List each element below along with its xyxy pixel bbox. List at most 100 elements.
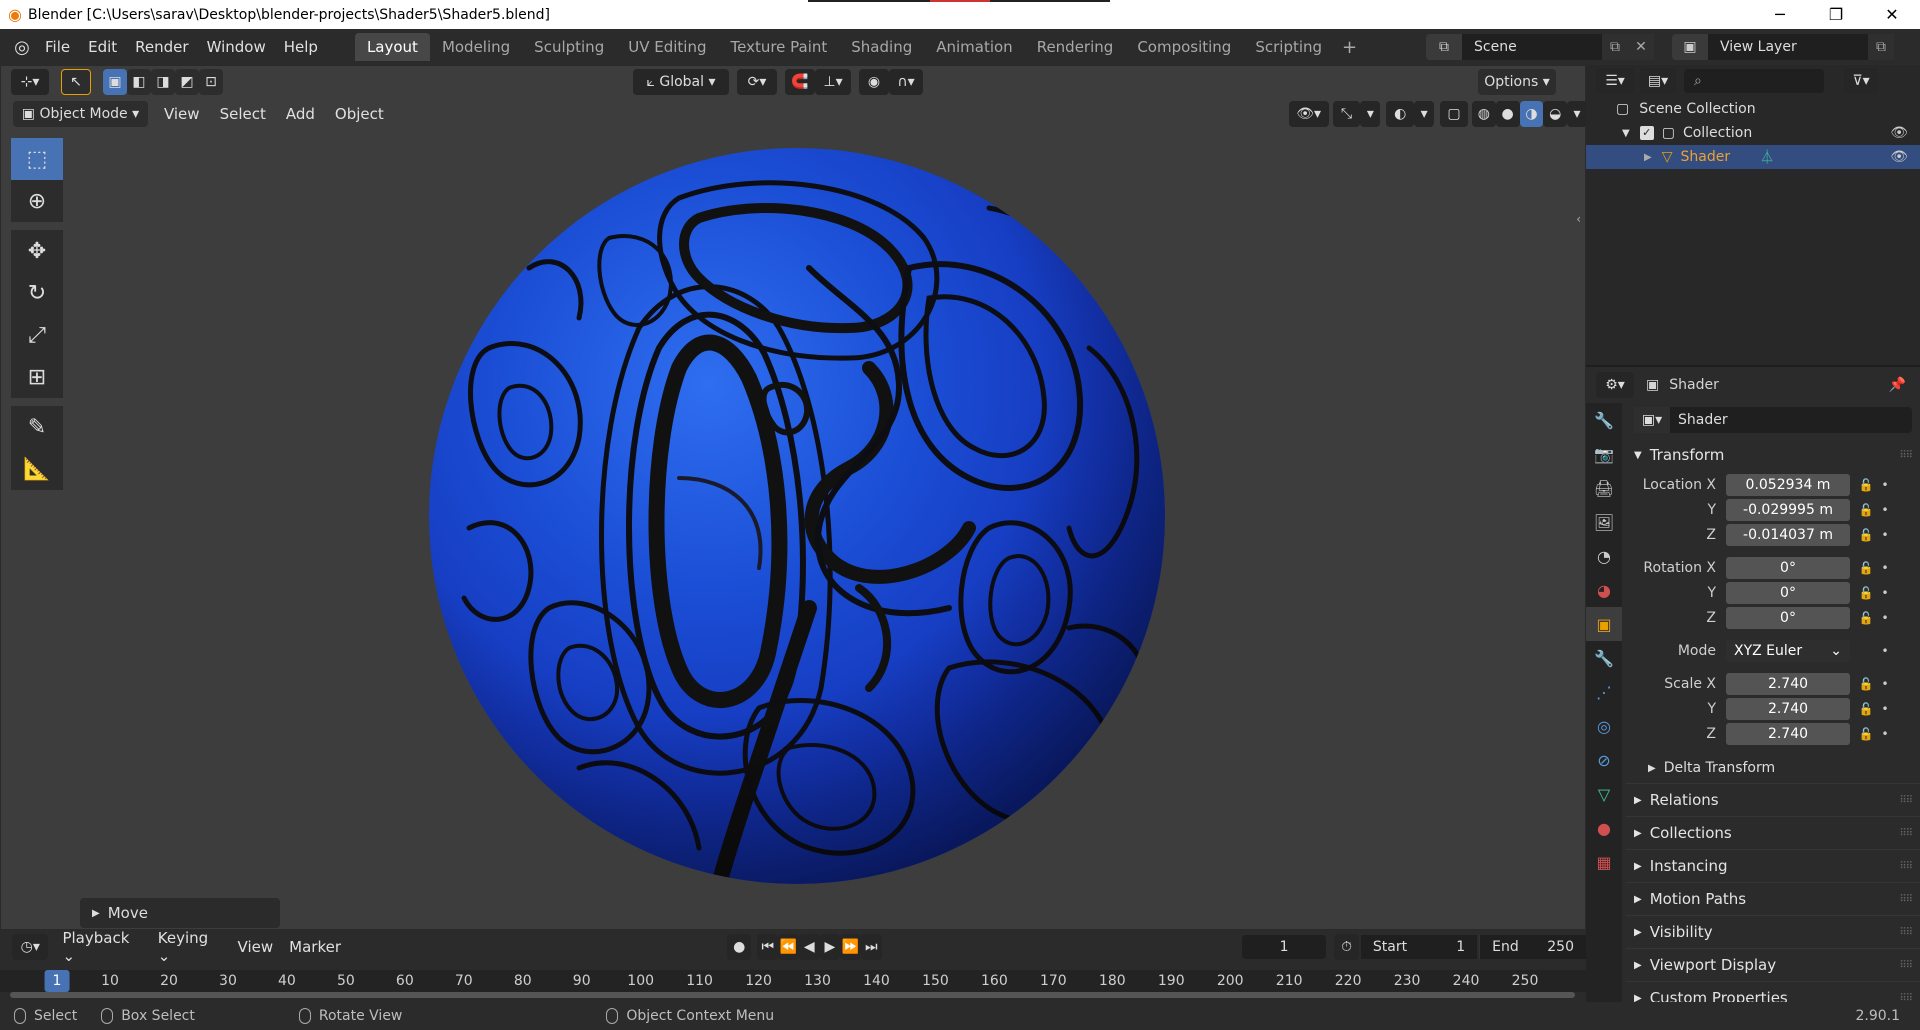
snap-toggle-icon[interactable]: 🧲 (785, 69, 815, 95)
timeline-menu-marker[interactable]: Marker (281, 938, 349, 956)
jump-keyframe-back-icon[interactable]: ⏪ (778, 934, 799, 960)
world-tab-icon[interactable]: ◕ (1586, 573, 1622, 607)
delta-transform-subpanel[interactable]: ▶ Delta Transform (1626, 755, 1920, 781)
keyframe-dot-icon[interactable]: • (1878, 561, 1892, 575)
select-box-tool-icon[interactable]: ⬚ (11, 138, 63, 180)
output-tab-icon[interactable]: 🖨 (1586, 471, 1622, 505)
expand-object-icon[interactable]: ▶ (1644, 152, 1652, 163)
shading-dropdown-icon[interactable]: ▾ (1567, 101, 1587, 127)
end-frame-field[interactable]: End 250 (1479, 935, 1586, 959)
timeline-scrollbar[interactable] (10, 992, 1575, 998)
rotate-tool-icon[interactable]: ↻ (11, 272, 63, 314)
tab-animation[interactable]: Animation (924, 33, 1024, 61)
proportional-edit-icon[interactable]: ◉ (859, 69, 889, 95)
scale-z-field[interactable]: 2.740 (1726, 723, 1850, 745)
preview-range-icon[interactable]: ⏱ (1334, 934, 1359, 960)
panel-grip-icon[interactable]: ⠿⠿ (1899, 861, 1913, 872)
tab-modeling[interactable]: Modeling (430, 33, 522, 61)
last-operator-panel[interactable]: ▶ Move (80, 898, 280, 928)
scale-y-field[interactable]: 2.740 (1726, 698, 1850, 720)
keyframe-dot-icon[interactable]: • (1878, 677, 1892, 691)
lock-icon[interactable]: 🔓 (1854, 611, 1878, 625)
tab-scripting[interactable]: Scripting (1243, 33, 1334, 61)
measure-tool-icon[interactable]: 📐 (11, 448, 63, 490)
material-tab-icon[interactable]: ● (1586, 811, 1622, 845)
select-mode-intersect-icon[interactable]: ⊡ (199, 69, 223, 95)
cursor-tool-icon[interactable]: ⊕ (11, 180, 63, 222)
rotation-mode-dropdown[interactable]: XYZ Euler ⌄ (1726, 640, 1850, 662)
collection-visibility-icon[interactable]: 👁 (1890, 125, 1908, 141)
particles-tab-icon[interactable]: ⋰ (1586, 675, 1622, 709)
object-visibility-icon[interactable]: 👁 (1890, 149, 1908, 165)
keyframe-dot-icon[interactable]: • (1878, 644, 1892, 658)
keyframe-dot-icon[interactable]: • (1878, 727, 1892, 741)
lock-icon[interactable]: 🔓 (1854, 478, 1878, 492)
outliner-row-scene-collection[interactable]: ▢ Scene Collection (1586, 97, 1920, 121)
editor-type-icon[interactable]: ⊹▾ (11, 69, 49, 95)
jump-start-icon[interactable]: ⏮ (757, 934, 779, 960)
tab-sculpting[interactable]: Sculpting (522, 33, 616, 61)
close-button[interactable]: ✕ (1864, 0, 1920, 29)
gizmo-dropdown-icon[interactable]: ▾ (1360, 101, 1381, 127)
tab-rendering[interactable]: Rendering (1025, 33, 1126, 61)
select-mode-set-icon[interactable]: ▣ (103, 69, 127, 95)
keyframe-dot-icon[interactable]: • (1878, 586, 1892, 600)
rotation-z-field[interactable]: 0° (1726, 607, 1850, 629)
timeline-editor-type-icon[interactable]: ◷▾ (12, 934, 49, 960)
tool-tab-icon[interactable]: 🔧 (1586, 403, 1622, 437)
texture-tab-icon[interactable]: ▦ (1586, 845, 1622, 879)
panel-grip-icon[interactable]: ⠿⠿ (1899, 894, 1913, 905)
tab-layout[interactable]: Layout (354, 33, 430, 61)
lock-icon[interactable]: 🔓 (1854, 702, 1878, 716)
blender-menu-icon[interactable]: ◎ (8, 37, 36, 58)
scale-tool-icon[interactable]: ⤢ (11, 314, 63, 356)
object-tab-icon[interactable]: ▣ (1586, 607, 1622, 641)
play-icon[interactable]: ▶ (819, 934, 841, 960)
play-reverse-icon[interactable]: ◀ (798, 934, 820, 960)
viewport-menu-add[interactable]: Add (276, 105, 325, 123)
select-mode-invert-icon[interactable]: ◩ (175, 69, 199, 95)
timeline-menu-playback[interactable]: Playback ⌄ (54, 929, 149, 965)
transform-orientation-dropdown[interactable]: ⟀ Global ▾ (633, 69, 729, 95)
menu-window[interactable]: Window (198, 38, 275, 56)
properties-editor-type-icon[interactable]: ⚙▾ (1596, 372, 1634, 398)
tab-uv-editing[interactable]: UV Editing (616, 33, 718, 61)
physics-tab-icon[interactable]: ◎ (1586, 709, 1622, 743)
new-scene-icon[interactable]: ⧉ (1602, 34, 1628, 60)
maximize-button[interactable]: ❐ (1808, 0, 1864, 29)
options-dropdown[interactable]: Options ▾ (1478, 69, 1556, 95)
lock-icon[interactable]: 🔓 (1854, 561, 1878, 575)
3d-viewport[interactable]: ⊹▾ ↖ ▣ ◧ ◨ ◩ ⊡ ⟀ Global ▾ ⟳▾ 🧲 ⊥▾ ◉ ∩▾ O… (0, 65, 1587, 930)
select-mode-subtract-icon[interactable]: ◨ (151, 69, 175, 95)
shader-sphere-object[interactable] (429, 148, 1165, 884)
record-icon[interactable]: ● (727, 934, 752, 960)
rotation-x-field[interactable]: 0° (1726, 557, 1850, 579)
display-mode-icon[interactable]: ▤▾ (1640, 68, 1676, 94)
jump-keyframe-forward-icon[interactable]: ⏩ (840, 934, 861, 960)
lock-icon[interactable]: 🔓 (1854, 586, 1878, 600)
sidebar-toggle-icon[interactable]: ‹ (1576, 212, 1581, 226)
add-workspace-button[interactable]: + (1334, 37, 1365, 58)
collections-panel-header[interactable]: ▶ Collections ⠿⠿ (1626, 819, 1920, 847)
timeline-ruler[interactable]: 1 10 20 30 40 50 60 70 80 90 100 110 120 130 140 150 160… (0, 970, 1586, 992)
panel-grip-icon[interactable]: ⠿⠿ (1899, 795, 1913, 806)
keyframe-dot-icon[interactable]: • (1878, 528, 1892, 542)
view-layer-icon[interactable]: ▣ (1672, 34, 1708, 60)
shading-rendered-icon[interactable]: ◒ (1543, 101, 1568, 127)
minimize-button[interactable]: ─ (1752, 0, 1808, 29)
lock-icon[interactable]: 🔓 (1854, 503, 1878, 517)
keyframe-dot-icon[interactable]: • (1878, 503, 1892, 517)
lock-icon[interactable]: 🔓 (1854, 528, 1878, 542)
proportional-falloff-icon[interactable]: ∩▾ (889, 69, 923, 95)
relations-panel-header[interactable]: ▶ Relations ⠿⠿ (1626, 786, 1920, 814)
transform-panel-header[interactable]: ▼ Transform ⠿⠿ (1626, 441, 1920, 469)
select-mode-extend-icon[interactable]: ◧ (127, 69, 151, 95)
transform-tool-icon[interactable]: ⊞ (11, 356, 63, 398)
pivot-point-icon[interactable]: ⟳▾ (737, 69, 777, 95)
gizmo-icon[interactable]: ⤡ (1332, 101, 1361, 127)
filter-icon[interactable]: ⊽▾ (1844, 68, 1878, 94)
viewport-menu-object[interactable]: Object (325, 105, 394, 123)
mesh-data-icon[interactable]: ⏃ (1760, 147, 1774, 167)
overlays-dropdown-icon[interactable]: ▾ (1414, 101, 1435, 127)
scene-tab-icon[interactable]: ◔ (1586, 539, 1622, 573)
